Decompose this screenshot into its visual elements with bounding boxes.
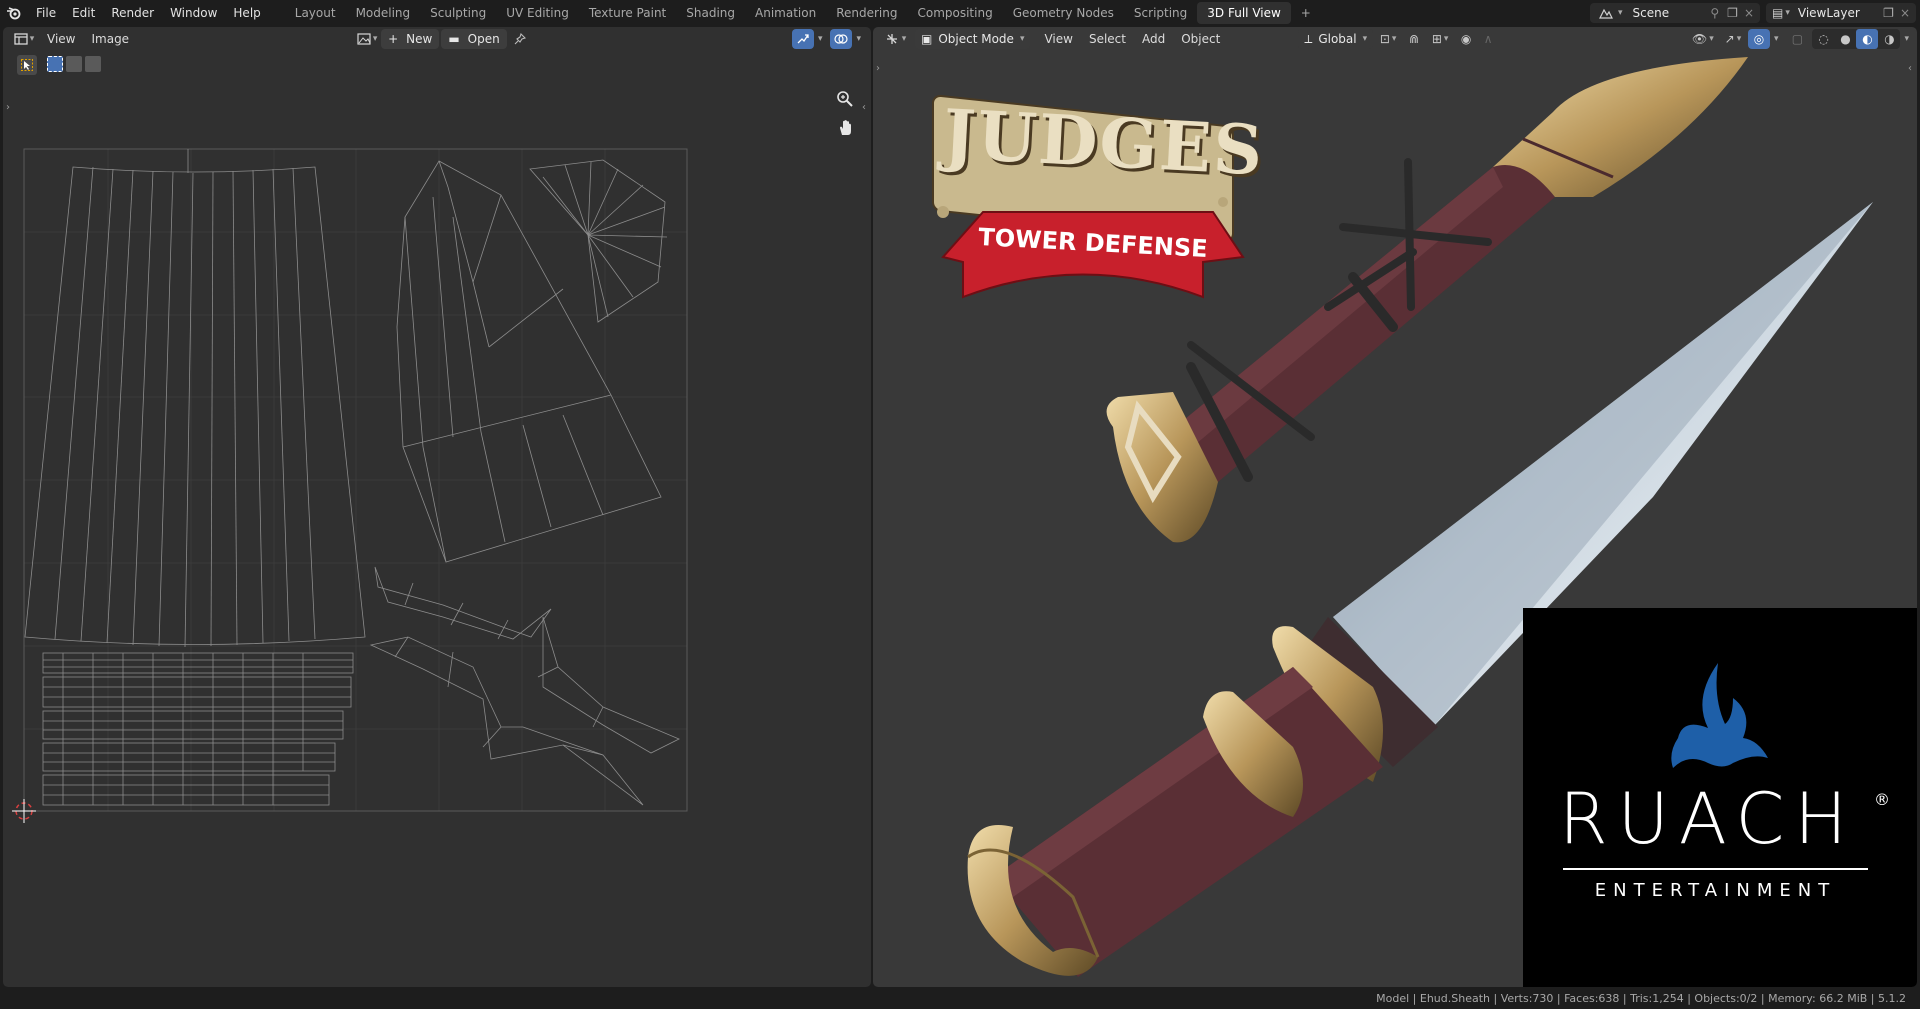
blender-logo-icon[interactable] [0, 0, 28, 26]
close-icon[interactable]: × [1900, 6, 1910, 20]
tab-layout[interactable]: Layout [285, 2, 346, 24]
view-layer-name[interactable]: ViewLayer [1798, 6, 1860, 20]
menu-render[interactable]: Render [103, 0, 162, 26]
uv-editor[interactable]: ▾ View Image ▾ + New ▬ Open ▾ ▾ › ‹ [3, 27, 871, 987]
blue-flame-icon [1671, 663, 1768, 768]
ruach-entertainment-logo: RUACH ® ENTERTAINMENT [1523, 608, 1917, 987]
tab-3d-full-view[interactable]: 3D Full View [1197, 2, 1291, 24]
2d-cursor-icon[interactable] [12, 799, 36, 823]
view-layer-selector[interactable]: ▤ ▾ ViewLayer ❐ × [1766, 3, 1916, 23]
new-scene-icon[interactable]: ❐ [1727, 6, 1738, 20]
ruach-brand-name: RUACH [1559, 778, 1858, 860]
uv-mesh-canvas[interactable] [3, 27, 871, 987]
status-bar: Model | Ehud.Sheath | Verts:730 | Faces:… [0, 988, 1920, 1009]
registered-mark: ® [1874, 790, 1890, 809]
judges-tower-defense-logo: JUDGES TOWER DEFENSE [903, 82, 1267, 327]
tab-geometry-nodes[interactable]: Geometry Nodes [1003, 2, 1124, 24]
chevron-down-icon: ▾ [1785, 8, 1790, 18]
menu-file[interactable]: File [28, 0, 64, 26]
tab-compositing[interactable]: Compositing [907, 2, 1002, 24]
close-icon[interactable]: × [1744, 6, 1754, 20]
uv-island-tip [529, 159, 668, 323]
scene-icon [1596, 3, 1616, 23]
menu-edit[interactable]: Edit [64, 0, 103, 26]
uv-grid [24, 149, 687, 811]
top-bar: File Edit Render Window Help Layout Mode… [0, 0, 1920, 26]
tab-rendering[interactable]: Rendering [826, 2, 907, 24]
tab-shading[interactable]: Shading [676, 2, 745, 24]
menu-window[interactable]: Window [162, 0, 225, 26]
tab-animation[interactable]: Animation [745, 2, 826, 24]
chevron-down-icon: ▾ [1618, 8, 1623, 18]
scene-selector[interactable]: ▾ Scene ⚲ ❐ × [1590, 3, 1760, 23]
judges-logo-title: JUDGES [941, 94, 1267, 192]
status-text: Model | Ehud.Sheath | Verts:730 | Faces:… [1376, 992, 1906, 1005]
3d-viewport[interactable]: ▾ ▣ Object Mode ▾ View Select Add Object… [873, 27, 1917, 987]
tab-texture-paint[interactable]: Texture Paint [579, 2, 676, 24]
new-view-layer-icon[interactable]: ❐ [1883, 6, 1894, 20]
uv-island-cap [396, 160, 662, 563]
tab-sculpting[interactable]: Sculpting [420, 2, 496, 24]
add-workspace-button[interactable]: + [1291, 2, 1321, 24]
ruach-subtitle: ENTERTAINMENT [1594, 880, 1837, 901]
uv-island-strap-1 [374, 566, 552, 640]
uv-island-sheath [24, 149, 366, 648]
logo-divider [1563, 868, 1868, 870]
pin-icon[interactable]: ⚲ [1710, 6, 1719, 20]
view-layer-icon: ▤ [1772, 6, 1784, 20]
tab-uv-editing[interactable]: UV Editing [496, 2, 579, 24]
scene-name[interactable]: Scene [1633, 6, 1670, 20]
uv-island-strap-2 [369, 616, 680, 806]
tab-scripting[interactable]: Scripting [1124, 2, 1197, 24]
menu-help[interactable]: Help [225, 0, 268, 26]
tab-modeling[interactable]: Modeling [346, 2, 421, 24]
